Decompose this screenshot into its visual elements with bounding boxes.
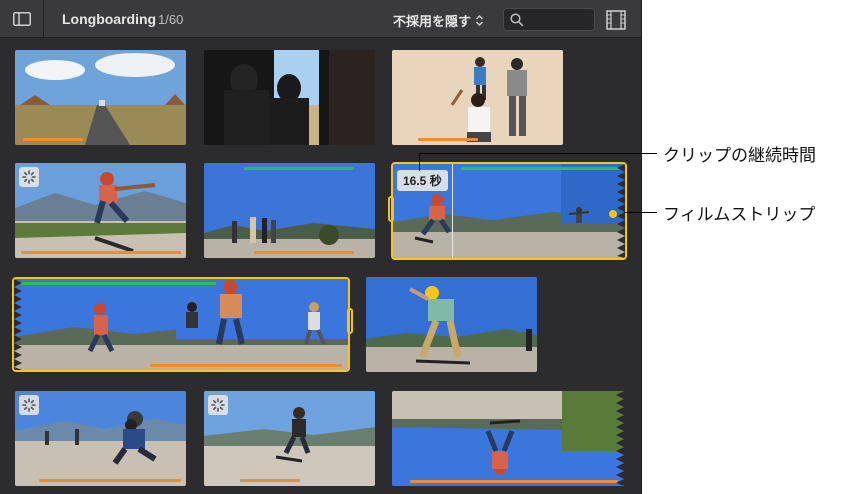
selected-clip-filmstrip[interactable]: 16.5 秒 [391, 162, 627, 260]
clip-frame-sand [392, 50, 563, 145]
selected-clip-filmstrip[interactable] [12, 277, 350, 372]
favorite-bar [244, 167, 354, 170]
clip-browser: Longboarding 1/60 不採用を隠す 16.5 秒 [0, 0, 641, 494]
selection-right-handle[interactable] [347, 308, 353, 334]
filmstrip-continuation-edge [616, 391, 624, 486]
library-title: Longboarding [62, 11, 157, 27]
keyword-bar [39, 479, 181, 482]
callout-filmstrip-leader [624, 212, 657, 213]
search-icon [510, 13, 524, 27]
clip-thumbnail[interactable] [392, 50, 563, 145]
analyzing-indicator [19, 395, 39, 415]
keyword-bar [410, 480, 618, 483]
selection-count: 1/60 [158, 12, 184, 27]
clip-thumbnail[interactable] [366, 277, 537, 372]
keyword-bar [23, 138, 83, 141]
selection-left-handle[interactable] [388, 196, 394, 222]
callout-duration-label: クリップの継続時間 [663, 146, 816, 166]
clip-frame-group [204, 163, 375, 258]
keyword-bar [150, 364, 342, 367]
browser-toolbar: Longboarding 1/60 不採用を隠す [0, 0, 641, 38]
keyword-bar [240, 479, 300, 482]
clip-frame-road [15, 50, 186, 145]
clip-frame-rider-crouch [366, 277, 537, 372]
clip-thumbnail[interactable] [15, 163, 186, 258]
clip-thumbnail[interactable] [204, 50, 375, 145]
skimmer-playhead [452, 164, 453, 258]
spinner-icon [211, 398, 225, 412]
clip-frame-rider-slide [15, 391, 186, 486]
callout-duration-leader [419, 153, 657, 154]
keyword-bar [418, 138, 478, 141]
filmstrip-continuation-edge [617, 164, 625, 258]
spinner-icon [22, 398, 36, 412]
spinner-icon [22, 170, 36, 184]
sidebar-icon [12, 12, 31, 26]
browser-edge [641, 0, 642, 494]
search-input[interactable] [528, 11, 592, 28]
clip-filmstrip-frames [14, 279, 348, 370]
clip-thumbnail[interactable] [15, 391, 186, 486]
clip-thumbnail[interactable] [15, 50, 186, 145]
clip-thumbnail[interactable] [204, 391, 375, 486]
filmstrip-continuation-edge [14, 279, 22, 370]
search-field[interactable] [503, 8, 595, 31]
clip-thumbnail[interactable] [392, 391, 624, 486]
favorite-bar [461, 167, 623, 170]
callout-duration-leader-v [419, 153, 420, 171]
filmstrip-view-button[interactable] [604, 8, 628, 31]
chevron-updown-icon [475, 14, 484, 27]
filter-popup[interactable]: 不採用を隠す [393, 11, 484, 30]
keyword-bar [254, 251, 354, 254]
clip-thumbnail[interactable] [204, 163, 375, 258]
clip-frame-rider-jump [15, 163, 186, 258]
analyzing-indicator [208, 395, 228, 415]
clip-duration-badge: 16.5 秒 [397, 170, 448, 191]
clip-filmstrip-frames [392, 391, 624, 486]
filter-label: 不採用を隠す [393, 14, 472, 29]
sidebar-toggle-button[interactable] [0, 0, 44, 38]
app: Longboarding 1/60 不採用を隠す 16.5 秒 クリップの継続時… [0, 0, 852, 494]
filmstrip-icon [606, 9, 626, 30]
clip-frame-rider-carve [204, 391, 375, 486]
clip-frame-van-interior [204, 50, 375, 145]
callout-filmstrip-label: フィルムストリップ [663, 205, 816, 225]
analyzing-indicator [19, 167, 39, 187]
favorite-bar [20, 282, 216, 285]
keyword-bar [21, 251, 181, 254]
